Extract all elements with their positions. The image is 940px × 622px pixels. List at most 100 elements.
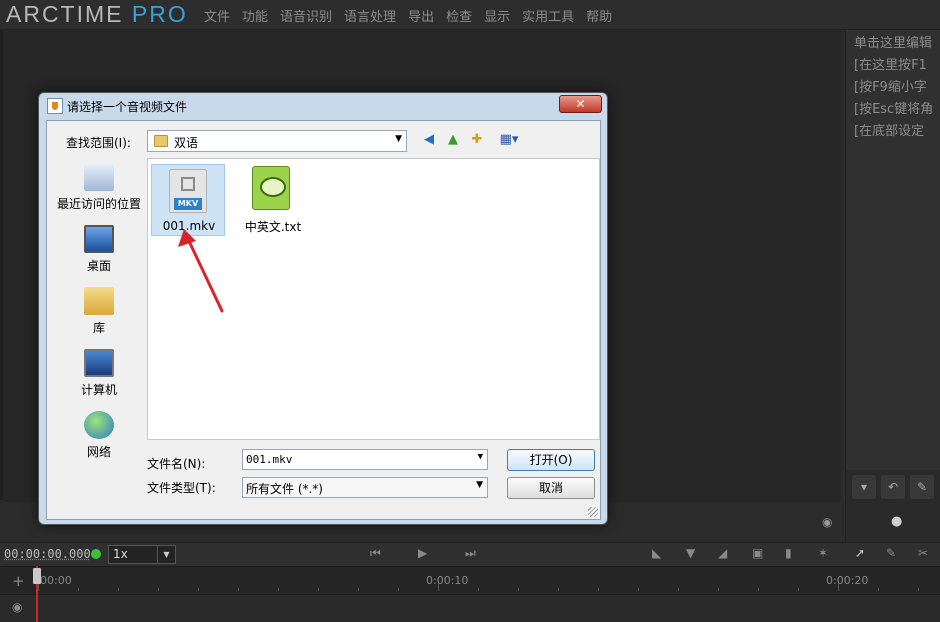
menu-function[interactable]: 功能 [236,6,274,25]
menu-tools[interactable]: 实用工具 [516,6,580,25]
file-name-input[interactable]: 001.mkv ▼ [242,449,488,470]
camera-icon[interactable]: ▣ [752,546,763,560]
recent-places-icon [84,163,114,191]
up-folder-icon[interactable]: ▲ [444,131,462,149]
menu-help[interactable]: 帮助 [580,6,618,25]
dialog-body: 查找范围(I): 双语 ▼ ◀ ▲ ✚ ▦▾ 最近访问的位置 桌面 库 计算机 … [46,120,601,520]
look-in-label: 查找范围(I): [66,136,131,150]
transport-bar: 00:00:00.000 1x ▼ ⏮ ▶ ⏭ ◣ ▼ ◢ ▣ ▮ ✶ ➚ ✎ ✂ [0,542,940,566]
main-menu: 文件 功能 语音识别 语言处理 导出 检查 显示 实用工具 帮助 [198,6,618,25]
place-library[interactable]: 库 [54,287,144,336]
place-label: 网络 [86,445,111,459]
ruler-tick [518,588,519,591]
new-folder-icon[interactable]: ✚ [468,131,486,149]
file-type-label: 文件类型(T): [147,481,216,495]
panel-hint-line: [在这里按F1 [854,58,927,73]
ruler-tick [598,588,599,591]
chevron-down-icon: ▼ [157,546,175,563]
magic-wand-icon[interactable]: ✶ [818,546,828,560]
ruler-tick [478,588,479,591]
resize-grip[interactable] [588,507,598,517]
app-logo: ARCTIME PRO [6,1,188,27]
open-button[interactable]: 打开(O) [507,449,595,471]
menu-speech-recognition[interactable]: 语音识别 [274,6,338,25]
right-panel-toolbar: ▾ ↶ ✎ ● [845,470,940,542]
ruler-tick [838,583,839,591]
text-file-icon [252,166,290,210]
file-type-badge: MKV [174,198,202,210]
view-menu-icon[interactable]: ▦▾ [494,131,524,149]
panel-hint-line: 单击这里编辑 [854,36,933,51]
bookmark-icon[interactable]: ▮ [785,546,792,560]
ruler-tick [878,588,879,591]
playhead-handle[interactable] [33,568,41,584]
chevron-down-icon: ▼ [476,480,483,490]
panel-hint-line: [按F9缩小字 [854,80,927,95]
timeline-track[interactable] [0,594,940,622]
video-file-icon: MKV [169,169,207,213]
chevron-down-icon: ▼ [477,452,483,462]
look-in-select[interactable]: 双语 ▼ [147,130,407,152]
previous-icon[interactable]: ⏮ [370,546,381,561]
play-icon[interactable]: ▶ [418,546,427,560]
back-icon[interactable]: ◀ [420,131,438,149]
edit-icon[interactable]: ✎ [886,546,896,560]
track-visibility-icon[interactable]: ◉ [12,600,22,614]
computer-icon [84,349,114,377]
place-desktop[interactable]: 桌面 [54,225,144,274]
place-network[interactable]: 网络 [54,411,144,460]
ruler-tick [798,588,799,591]
chat-bubble-icon[interactable]: ● [891,514,902,529]
subtitle-text-panel[interactable]: 单击这里编辑 [在这里按F1 [按F9缩小字 [按Esc键将角 [在底部设定 [845,30,940,470]
file-name-label: 文件名(N): [147,457,206,471]
places-bar: 最近访问的位置 桌面 库 计算机 网络 [54,163,144,459]
ruler-tick [558,588,559,591]
place-computer[interactable]: 计算机 [54,349,144,398]
close-button[interactable]: ✕ [559,95,602,113]
ruler-label: 0:00:20 [826,574,869,587]
menu-display[interactable]: 显示 [478,6,516,25]
film-grid-icon [181,177,195,191]
place-label: 库 [92,321,105,335]
folder-icon [154,135,168,147]
ruler-tick [198,588,199,591]
menu-check[interactable]: 检查 [440,6,478,25]
ruler-tick [718,588,719,591]
playback-speed-select[interactable]: 1x ▼ [108,545,176,564]
cancel-button[interactable]: 取消 [507,477,595,499]
mark-down-icon[interactable]: ▼ [686,546,695,560]
dialog-title: 请选择一个音视频文件 [67,100,188,114]
menu-export[interactable]: 导出 [402,6,440,25]
scissors-icon[interactable]: ✂ [918,546,928,560]
status-dot-icon [91,549,101,559]
file-item[interactable]: 中英文.txt [236,164,310,236]
ruler-tick [918,588,919,591]
undo-icon[interactable]: ↶ [881,475,905,499]
pencil-icon[interactable]: ✎ [910,475,934,499]
menu-bar: ARCTIME PRO 文件 功能 语音识别 语言处理 导出 检查 显示 实用工… [0,0,940,30]
network-globe-icon [84,411,114,439]
panel-hint-line: [在底部设定 [854,124,925,139]
place-label: 计算机 [80,383,117,397]
annotation-arrow-icon [178,229,224,313]
desktop-icon [84,225,114,253]
timeline-ruler[interactable]: 00:00 0:00:10 0:00:20 [0,566,940,594]
add-track-icon[interactable]: + [12,572,25,590]
menu-file[interactable]: 文件 [198,6,236,25]
dialog-titlebar[interactable]: 请选择一个音视频文件 ✕ [39,93,607,119]
place-recent[interactable]: 最近访问的位置 [54,163,144,212]
collapse-icon[interactable]: ▾ [852,475,876,499]
menu-language-processing[interactable]: 语言处理 [338,6,402,25]
eye-icon[interactable]: ◉ [822,515,832,529]
file-type-select[interactable]: 所有文件 (*.*) ▼ [242,477,488,498]
ruler-tick [638,588,639,591]
mark-out-icon[interactable]: ◢ [718,546,727,560]
open-file-dialog: 请选择一个音视频文件 ✕ 查找范围(I): 双语 ▼ ◀ ▲ ✚ ▦▾ 最近访问… [38,92,608,525]
ruler-tick [398,588,399,591]
mark-in-icon[interactable]: ◣ [652,546,661,560]
pointer-icon[interactable]: ➚ [855,546,865,560]
ruler-tick [118,588,119,591]
java-icon [47,98,63,114]
next-icon[interactable]: ⏭ [465,546,476,561]
timecode-display[interactable]: 00:00:00.000 [4,547,91,561]
